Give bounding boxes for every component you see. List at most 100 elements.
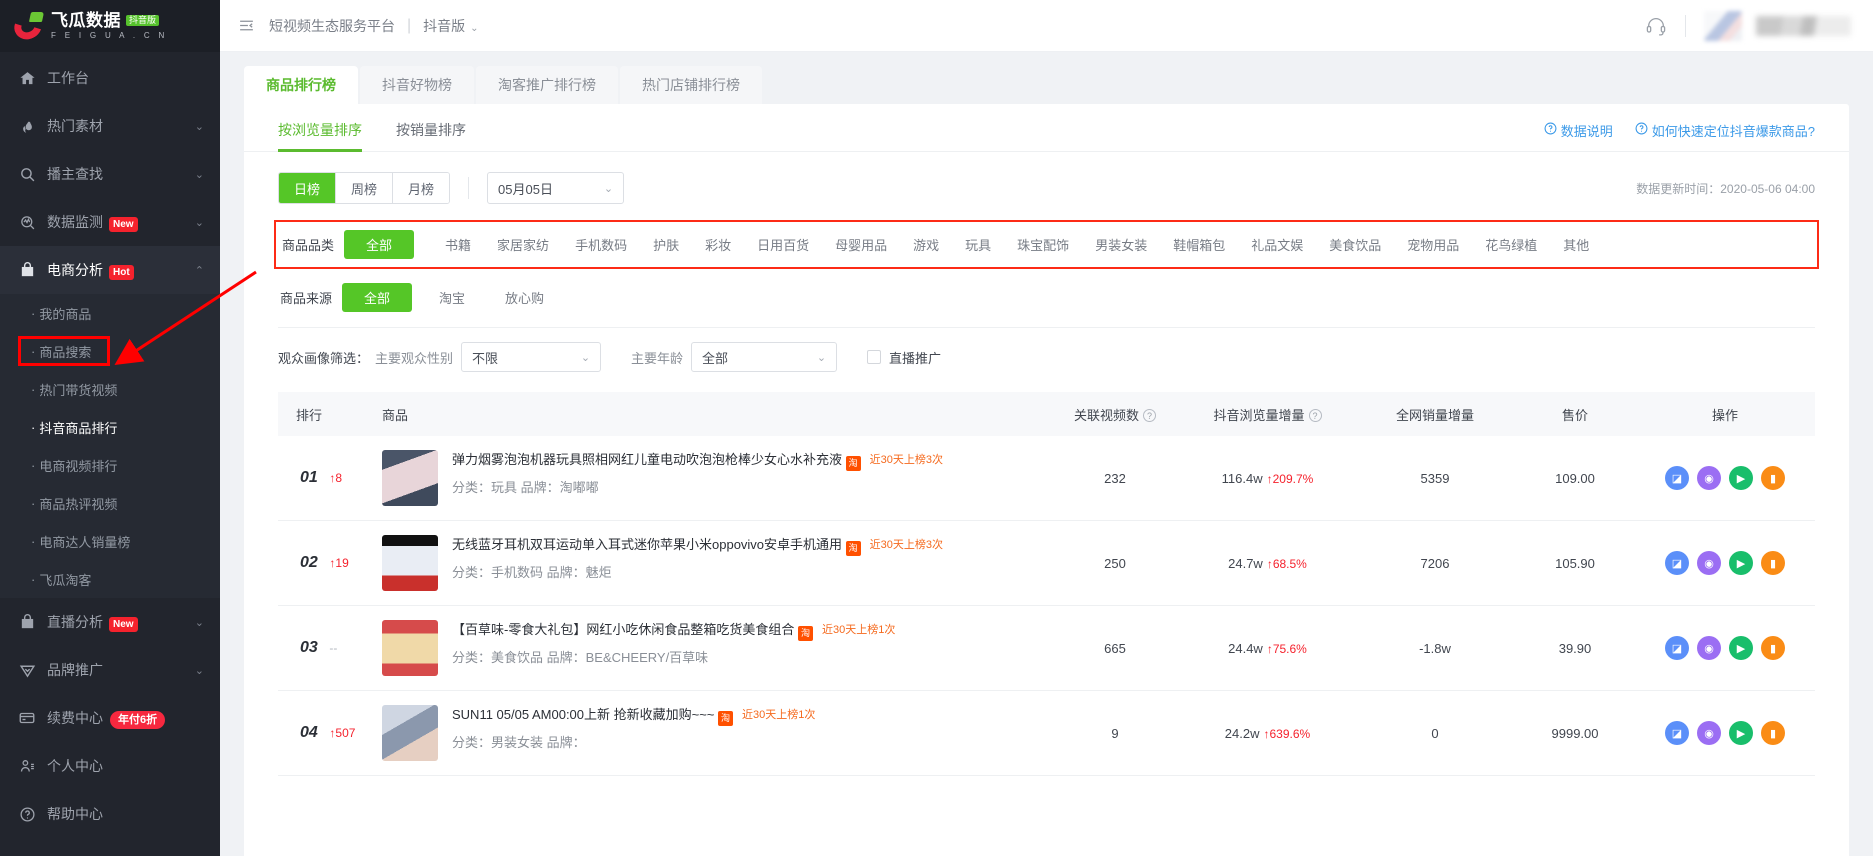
category-chip-all[interactable]: 全部	[344, 230, 415, 259]
fire-icon	[17, 118, 37, 135]
username[interactable]	[1756, 15, 1851, 36]
user-icon[interactable]: ◉	[1697, 466, 1721, 490]
category-chip-daily-goods[interactable]: 日用百货	[744, 230, 822, 259]
product-thumbnail[interactable]	[382, 705, 438, 761]
trend-icon[interactable]: ◪	[1665, 721, 1689, 745]
product-title[interactable]: SUN11 05/05 AM00:00上新 抢新收藏加购~~~	[452, 707, 714, 722]
period-monthly-button[interactable]: 月榜	[393, 173, 450, 203]
bullet-icon: ·	[31, 533, 36, 549]
sidebar-item-hot-material[interactable]: 热门素材 ⌄	[0, 102, 220, 150]
play-icon[interactable]: ▶	[1729, 551, 1753, 575]
sidebar-item-personal-center[interactable]: 个人中心	[0, 742, 220, 790]
sidebar-item-feigua-taoke[interactable]: · 飞瓜淘客	[0, 560, 220, 598]
user-icon[interactable]: ◉	[1697, 636, 1721, 660]
category-chip-other[interactable]: 其他	[1550, 230, 1602, 259]
table-row[interactable]: 04 ↑507 SUN11 05/05 AM00:00上新 抢新收藏加购~~~	[278, 690, 1815, 776]
sidebar-item-help-center[interactable]: 帮助中心	[0, 790, 220, 838]
play-icon[interactable]: ▶	[1729, 466, 1753, 490]
link-how-to-find-hot-products[interactable]: 如何快速定位抖音爆款商品?	[1635, 121, 1815, 140]
sidebar-item-my-products[interactable]: · 我的商品	[0, 294, 220, 332]
gender-select[interactable]: 不限 ⌄	[461, 342, 602, 372]
category-chip-shoes-bags[interactable]: 鞋帽箱包	[1160, 230, 1238, 259]
product-thumbnail[interactable]	[382, 620, 438, 676]
sidebar-item-ecom-video-rank[interactable]: · 电商视频排行	[0, 446, 220, 484]
sidebar-item-live-analysis[interactable]: 直播分析 New ⌄	[0, 598, 220, 646]
category-chip-toys[interactable]: 玩具	[952, 230, 1004, 259]
age-select[interactable]: 全部 ⌄	[691, 342, 838, 372]
category-chip-books[interactable]: 书籍	[432, 230, 484, 259]
category-chip-phone-digital[interactable]: 手机数码	[562, 230, 640, 259]
product-meta: 分类：男装女装 品牌：	[452, 735, 586, 750]
sidebar-item-workbench[interactable]: 工作台	[0, 54, 220, 102]
category-chip-makeup[interactable]: 彩妆	[692, 230, 744, 259]
cart-icon[interactable]: ▮	[1761, 551, 1785, 575]
sidebar-item-brand-promotion[interactable]: 品牌推广 ⌄	[0, 646, 220, 694]
sidebar-item-find-creator[interactable]: 播主查找 ⌄	[0, 150, 220, 198]
sidebar-item-hot-sales-video[interactable]: · 热门带货视频	[0, 370, 220, 408]
category-chip-food-drink[interactable]: 美食饮品	[1316, 230, 1394, 259]
category-chip-home-textiles[interactable]: 家居家纺	[484, 230, 562, 259]
product-title[interactable]: 【百草味-零食大礼包】网红小吃休闲食品整箱吃货美食组合	[452, 622, 794, 637]
product-thumbnail[interactable]	[382, 450, 438, 506]
sidebar-item-ecommerce-analysis[interactable]: 电商分析 Hot ⌃	[0, 246, 220, 294]
tab-product-ranking[interactable]: 商品排行榜	[244, 66, 358, 104]
tab-douyin-goods[interactable]: 抖音好物榜	[360, 66, 474, 104]
category-chip-pet-supplies[interactable]: 宠物用品	[1394, 230, 1472, 259]
tab-hot-shop-ranking[interactable]: 热门店铺排行榜	[620, 66, 762, 104]
chip-label: 护肤	[653, 238, 680, 253]
logo[interactable]: 飞瓜数据 抖音版 F E I G U A . C N	[0, 0, 220, 52]
category-chip-mother-baby[interactable]: 母婴用品	[822, 230, 900, 259]
taobao-icon: 淘	[797, 626, 813, 641]
trend-icon[interactable]: ◪	[1665, 636, 1689, 660]
user-icon[interactable]: ◉	[1697, 721, 1721, 745]
date-picker[interactable]: 05月05日 ⌄	[487, 172, 625, 204]
tab-taoke-promo-ranking[interactable]: 淘客推广排行榜	[476, 66, 618, 104]
cart-icon[interactable]: ▮	[1761, 721, 1785, 745]
trend-icon[interactable]: ◪	[1665, 551, 1689, 575]
category-chip-games[interactable]: 游戏	[900, 230, 952, 259]
link-data-explanation[interactable]: 数据说明	[1544, 121, 1613, 140]
category-chip-plants[interactable]: 花鸟绿植	[1472, 230, 1550, 259]
trend-icon[interactable]: ◪	[1665, 466, 1689, 490]
sidebar-item-ecom-talent-sales[interactable]: · 电商达人销量榜	[0, 522, 220, 560]
avatar[interactable]	[1704, 10, 1742, 41]
subtab-sort-by-sales[interactable]: 按销量排序	[396, 120, 466, 151]
price-cell: 105.90	[1515, 520, 1635, 606]
source-chip-taobao[interactable]: 淘宝	[426, 283, 478, 312]
sidebar-item-douyin-product-rank[interactable]: · 抖音商品排行	[0, 408, 220, 446]
cart-icon[interactable]: ▮	[1761, 636, 1785, 660]
product-title[interactable]: 无线蓝牙耳机双耳运动单入耳式迷你苹果小米oppovivo安卓手机通用	[452, 537, 842, 552]
product-title[interactable]: 弹力烟雾泡泡机器玩具照相网红儿童电动吹泡泡枪棒少女心水补充液	[452, 452, 842, 467]
sidebar-item-product-search[interactable]: · 商品搜索	[0, 332, 220, 370]
table-row[interactable]: 03 -- 【百草味-零食大礼包】网红小吃休闲食品整箱吃货美食组合 淘 近30天…	[278, 605, 1815, 691]
play-icon[interactable]: ▶	[1729, 721, 1753, 745]
user-icon[interactable]: ◉	[1697, 551, 1721, 575]
table-row[interactable]: 02 ↑19 无线蓝牙耳机双耳运动单入耳式迷你苹果小米oppovivo安卓手机通	[278, 520, 1815, 606]
subtab-sort-by-views[interactable]: 按浏览量排序	[278, 120, 362, 152]
sidebar-item-product-hot-reviews[interactable]: · 商品热评视频	[0, 484, 220, 522]
category-chip-apparel[interactable]: 男装女装	[1082, 230, 1160, 259]
live-promo-checkbox[interactable]	[867, 350, 882, 364]
period-weekly-button[interactable]: 周榜	[336, 173, 394, 203]
version-switcher[interactable]: 抖音版 ⌄	[423, 16, 478, 36]
collapse-menu-icon[interactable]	[238, 17, 255, 34]
category-chip-jewelry[interactable]: 珠宝配饰	[1004, 230, 1082, 259]
product-thumbnail[interactable]	[382, 535, 438, 591]
chip-label: 家居家纺	[497, 238, 550, 253]
chip-label: 美食饮品	[1329, 238, 1382, 253]
bag-icon	[17, 261, 37, 279]
question-circle-icon[interactable]: ?	[1308, 408, 1322, 422]
question-circle-icon[interactable]: ?	[1143, 408, 1156, 422]
category-chip-skincare[interactable]: 护肤	[640, 230, 692, 259]
source-chip-all[interactable]: 全部	[342, 283, 413, 312]
period-daily-button[interactable]: 日榜	[279, 173, 337, 203]
sidebar-item-renewal-center[interactable]: 续费中心 年付6折	[0, 694, 220, 742]
headset-icon[interactable]	[1645, 15, 1667, 37]
table-row[interactable]: 01 ↑8 弹力烟雾泡泡机器玩具照相网红儿童电动吹泡泡枪棒少女心水补充液 淘 近…	[278, 436, 1815, 521]
sidebar-item-data-monitor[interactable]: 数据监测 New ⌄	[0, 198, 220, 246]
category-chip-gifts-culture[interactable]: 礼品文娱	[1238, 230, 1316, 259]
source-chip-fangxingou[interactable]: 放心购	[492, 283, 557, 312]
play-icon[interactable]: ▶	[1729, 636, 1753, 660]
cart-icon[interactable]: ▮	[1761, 466, 1785, 490]
product-cell: SUN11 05/05 AM00:00上新 抢新收藏加购~~~ 淘近30天上榜1…	[364, 690, 1050, 776]
